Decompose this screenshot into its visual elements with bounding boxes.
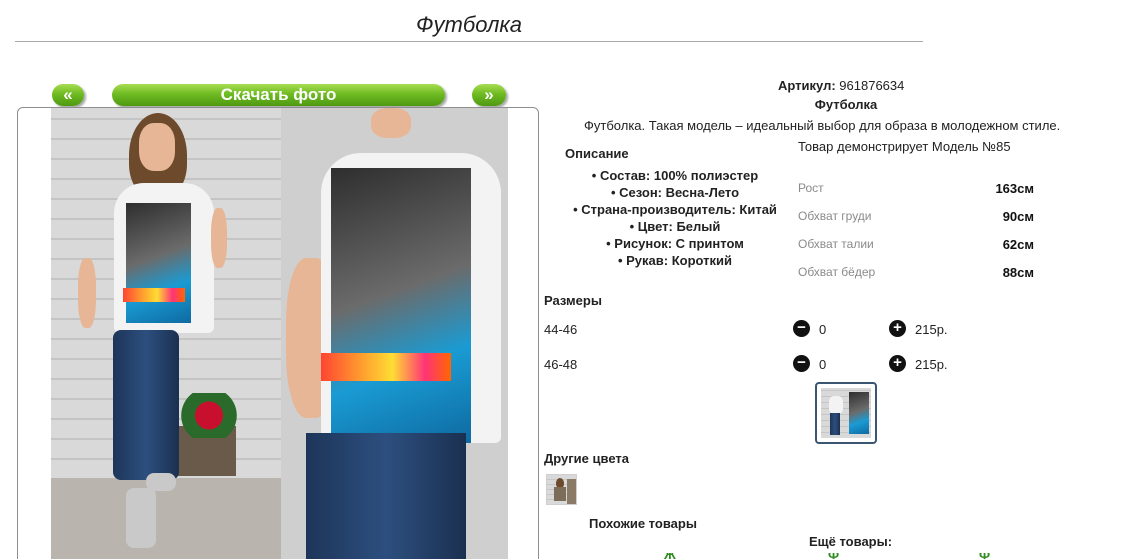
color-variant-thumbnail[interactable]	[546, 474, 577, 505]
product-thumbnail[interactable]	[815, 382, 877, 444]
photo-model-arm-right	[211, 208, 227, 268]
photo-closeup-stripe	[321, 353, 451, 381]
prev-photo-button[interactable]: «	[52, 84, 84, 106]
color-thumb-shirt	[554, 487, 566, 501]
photo-closeup-face	[371, 108, 411, 138]
more-products-heading: Ещё товары:	[809, 534, 893, 549]
size-label: 46-48	[544, 357, 578, 372]
title-divider	[15, 41, 923, 42]
thumbnail-shirt	[829, 396, 843, 414]
photo-model-jeans	[113, 330, 179, 480]
measurement-label: Рост	[798, 181, 824, 195]
measurement-value: 62см	[1002, 237, 1034, 252]
measurement-row: Обхват талии 62см	[798, 237, 1034, 253]
sku-value: 961876634	[839, 78, 905, 93]
measurement-value: 163см	[995, 181, 1034, 196]
thumbnail-closeup	[849, 392, 869, 434]
spec-list: Состав: 100% полиэстер Сезон: Весна-Лето…	[570, 167, 780, 269]
quantity-value: 0	[819, 357, 827, 372]
spec-item: Рисунок: С принтом	[570, 235, 780, 252]
size-row: 46-48 − 0 + 215р.	[544, 355, 964, 375]
photo-closeup-print	[331, 168, 471, 443]
photo-closeup-jeans	[306, 433, 466, 559]
measurement-row: Обхват бёдер 88см	[798, 265, 1034, 281]
sku-label: Артикул:	[778, 78, 836, 93]
measurement-label: Обхват груди	[798, 209, 872, 223]
photo-closeup	[281, 108, 508, 559]
measurement-label: Обхват бёдер	[798, 265, 876, 279]
more-products-link[interactable]: Ф	[979, 553, 993, 559]
similar-products-heading: Похожие товары	[589, 516, 697, 531]
color-thumb-closeup	[567, 479, 576, 504]
measurement-label: Обхват талии	[798, 237, 874, 251]
thumbnail-jeans	[830, 413, 840, 435]
plus-circle-icon[interactable]: +	[889, 320, 906, 337]
size-price: 215р.	[915, 357, 948, 372]
spec-item: Состав: 100% полиэстер	[570, 167, 780, 184]
spec-item: Сезон: Весна-Лето	[570, 184, 780, 201]
measurement-value: 90см	[1002, 209, 1034, 224]
measurement-value: 88см	[1002, 265, 1034, 280]
download-photo-button[interactable]: Скачать фото	[112, 84, 445, 106]
spec-item: Рукав: Короткий	[570, 252, 780, 269]
minus-circle-icon[interactable]: −	[793, 320, 810, 337]
photo-shirt-print	[126, 203, 191, 323]
photo-model-shoe-2	[126, 488, 156, 548]
product-name: Футболка	[814, 97, 878, 112]
sku-line: Артикул: 961876634	[778, 78, 904, 93]
photo-plant	[169, 393, 249, 438]
size-row: 44-46 − 0 + 215р.	[544, 320, 964, 340]
thumbnail-image	[821, 388, 871, 438]
photo-model-arm	[78, 258, 96, 328]
product-description: Футболка. Такая модель – идеальный выбор…	[584, 118, 1061, 133]
more-products-link[interactable]: Ж	[664, 553, 678, 559]
product-photo[interactable]	[51, 108, 508, 559]
photo-model-face	[139, 123, 175, 171]
more-products-link[interactable]: Ф	[828, 553, 842, 559]
size-price: 215р.	[915, 322, 948, 337]
minus-circle-icon[interactable]: −	[793, 355, 810, 372]
plus-circle-icon[interactable]: +	[889, 355, 906, 372]
sizes-heading: Размеры	[544, 293, 602, 308]
photo-shirt-stripe	[123, 288, 185, 302]
page-title: Футболка	[416, 12, 522, 37]
spec-item: Цвет: Белый	[570, 218, 780, 235]
measurement-row: Обхват груди 90см	[798, 209, 1034, 225]
product-photo-frame	[17, 107, 539, 559]
description-heading: Описание	[565, 146, 629, 161]
quantity-value: 0	[819, 322, 827, 337]
spec-item: Страна-производитель: Китай	[570, 201, 780, 218]
size-label: 44-46	[544, 322, 578, 337]
model-caption: Товар демонстрирует Модель №85	[798, 139, 1011, 154]
next-photo-button[interactable]: »	[472, 84, 506, 106]
other-colors-heading: Другие цвета	[544, 451, 629, 466]
measurement-row: Рост 163см	[798, 181, 1034, 197]
